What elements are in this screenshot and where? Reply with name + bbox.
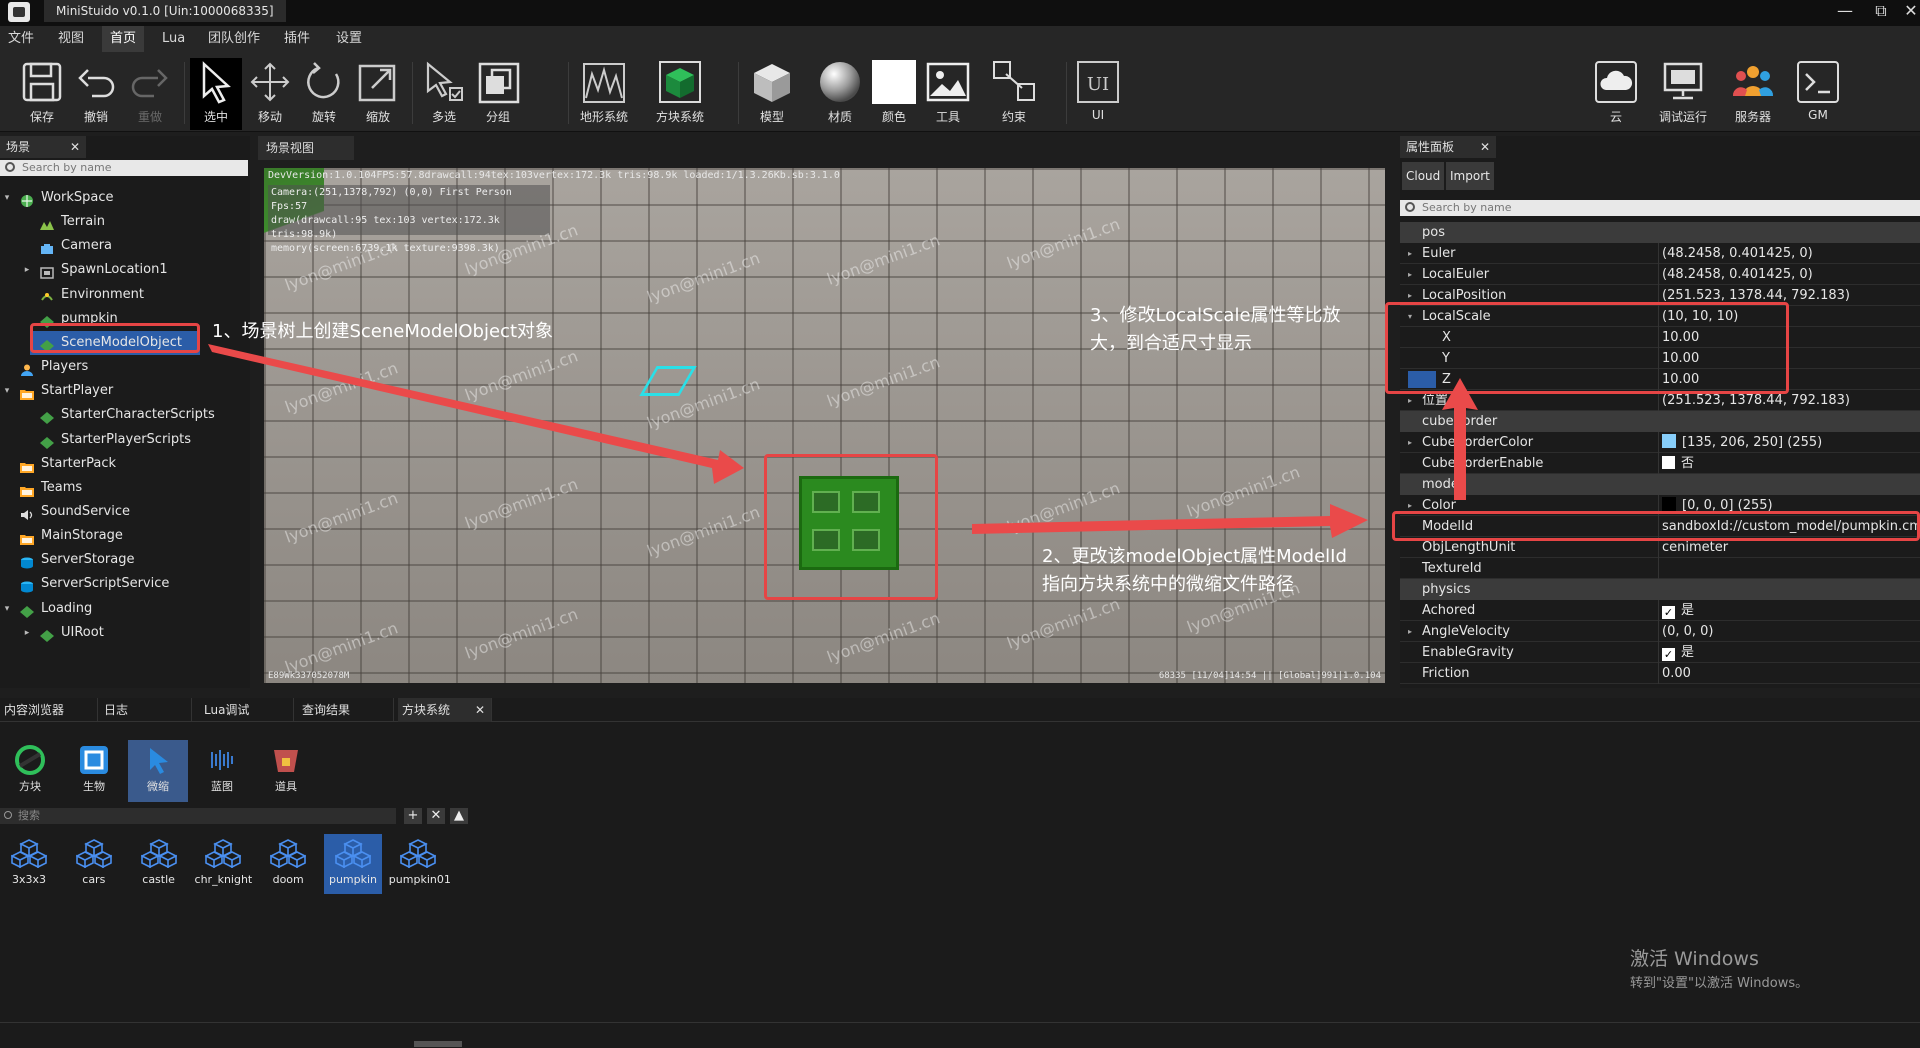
annotation-step-1: 1、场景树上创建SceneModelObject对象 <box>212 321 553 342</box>
annotation-step-2-line-2: 指向方块系统中的微缩文件路径 <box>1042 574 1294 595</box>
windows-activation-title: 激活 Windows <box>1630 948 1759 970</box>
annotation-arrows <box>208 344 1478 538</box>
annotation-step-2-line-1: 2、更改该modelObject属性ModelId <box>1042 546 1347 567</box>
status-bar <box>0 1022 1920 1048</box>
windows-activation-hint: 转到"设置"以激活 Windows。 <box>1630 976 1809 991</box>
scroll-thumb[interactable] <box>414 1041 462 1047</box>
annotation-step-3-line-2: 大，到合适尺寸显示 <box>1090 333 1252 354</box>
annotation-step-3-line-1: 3、修改LocalScale属性等比放 <box>1090 305 1341 326</box>
